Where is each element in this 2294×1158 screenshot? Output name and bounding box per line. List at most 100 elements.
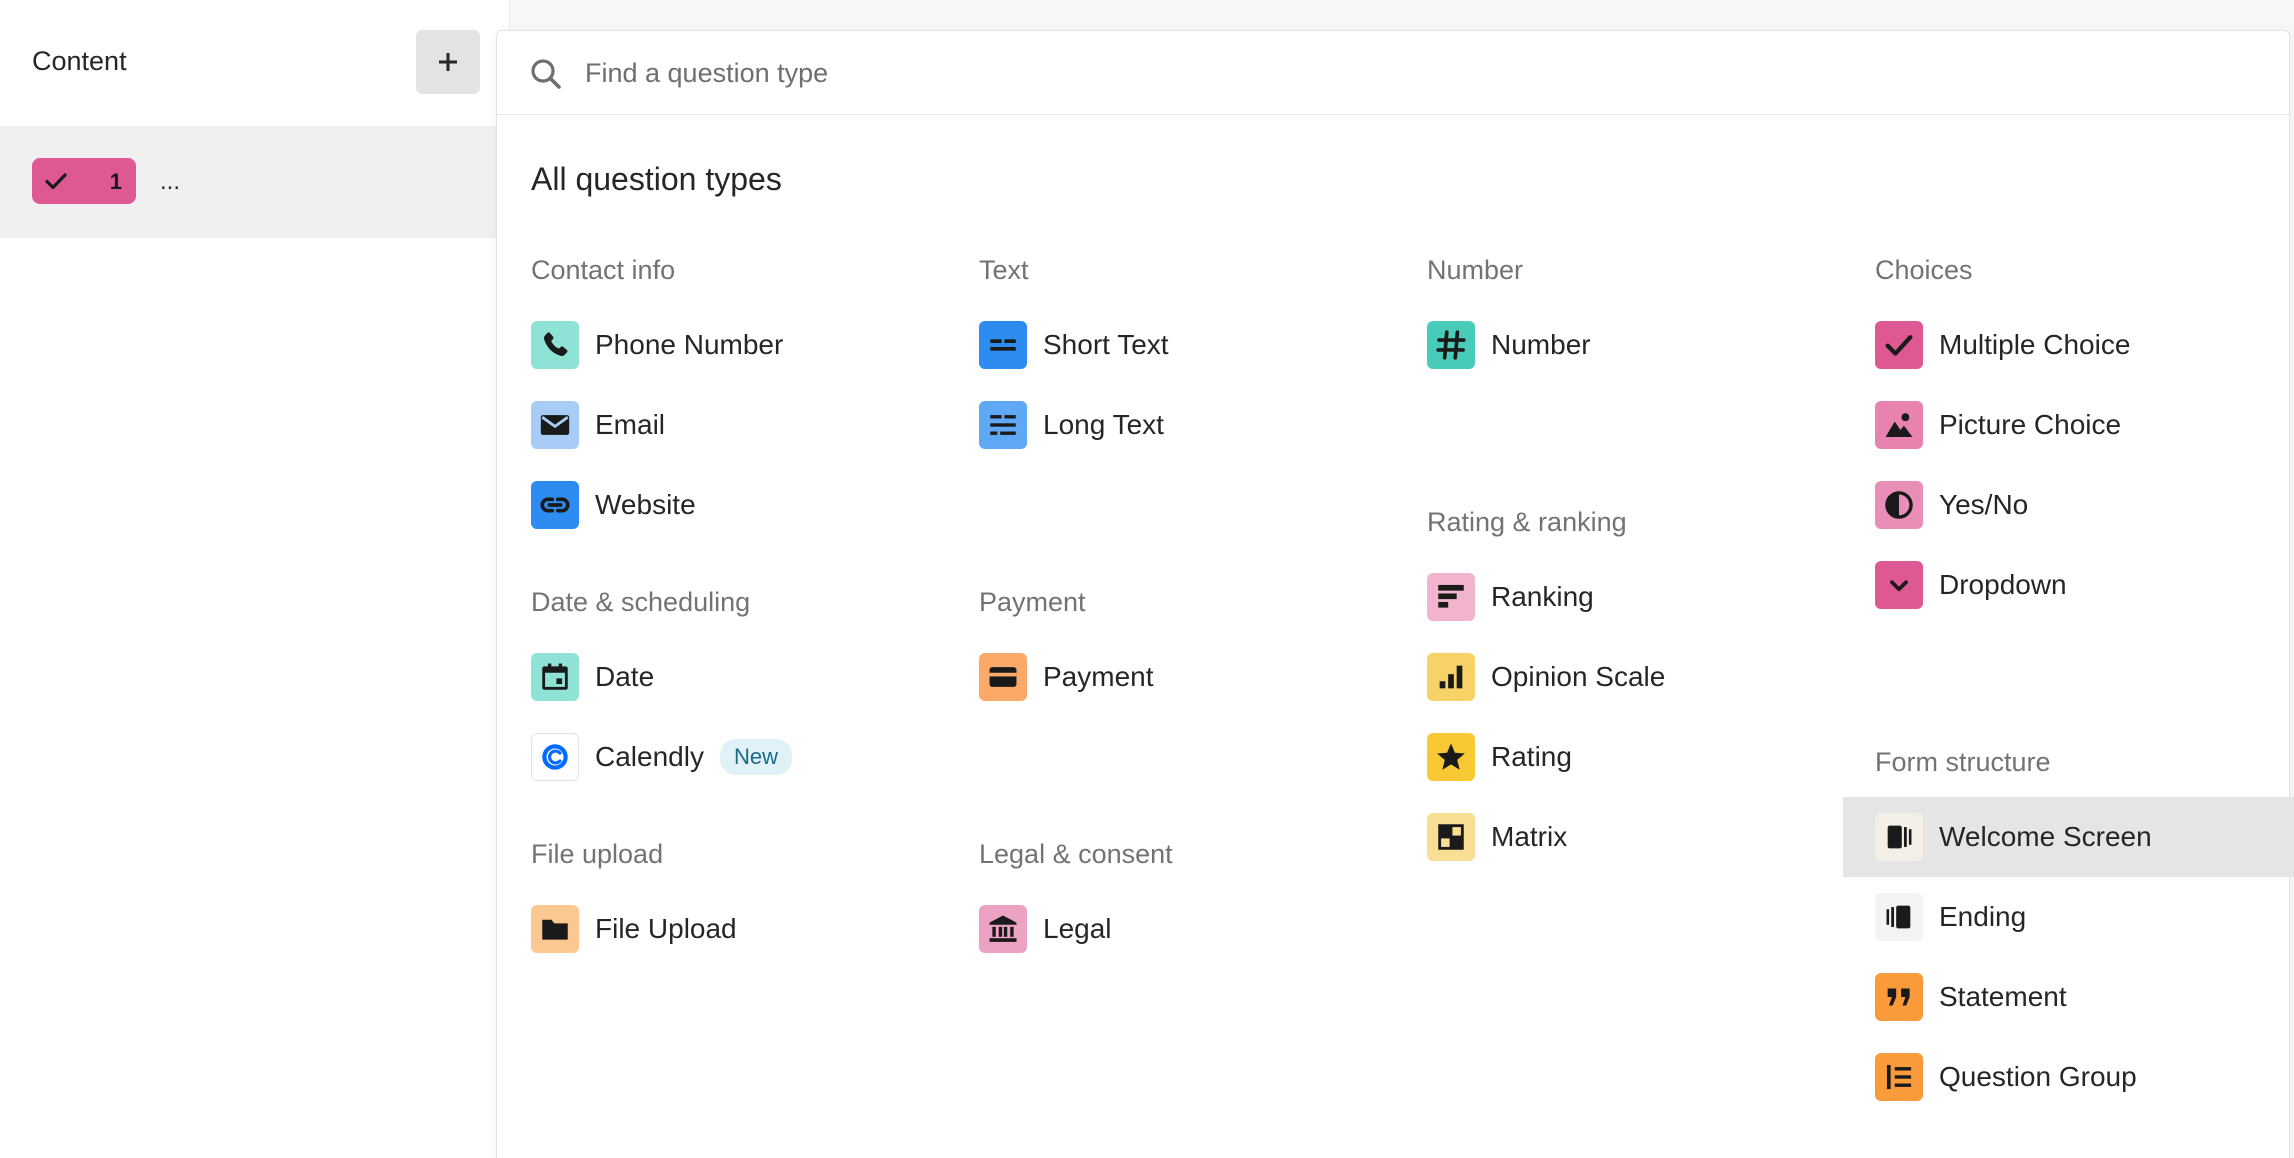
type-question-group[interactable]: Question Group — [1875, 1037, 2294, 1117]
group-title-legal-consent: Legal & consent — [979, 839, 1173, 869]
question-number: 1 — [109, 169, 122, 194]
search-icon — [531, 59, 561, 89]
group-file-upload: File upload File Upload — [531, 837, 971, 969]
question-title: ... — [160, 168, 181, 195]
type-label: Question Group — [1939, 1061, 2137, 1092]
type-label: Dropdown — [1939, 569, 2067, 600]
type-phone-number[interactable]: Phone Number — [531, 305, 971, 385]
question-number-badge: 1 — [32, 158, 136, 204]
type-statement[interactable]: Statement — [1875, 957, 2294, 1037]
group-title-choices: Choices — [1875, 255, 1973, 285]
type-label: Number — [1491, 329, 1591, 360]
group-title-form-structure: Form structure — [1875, 747, 2051, 777]
group-number: Number Number — [1427, 253, 1867, 385]
type-ranking[interactable]: Ranking — [1427, 557, 1867, 637]
type-label: Legal — [1043, 913, 1112, 944]
ranking-icon — [1427, 573, 1475, 621]
folder-icon — [531, 905, 579, 953]
type-website[interactable]: Website — [531, 465, 971, 545]
credit-card-icon — [979, 653, 1027, 701]
type-calendly[interactable]: Calendly New — [531, 717, 971, 797]
type-label: Calendly — [595, 741, 704, 772]
group-title-date-scheduling: Date & scheduling — [531, 587, 751, 617]
type-opinion-scale[interactable]: Opinion Scale — [1427, 637, 1867, 717]
star-icon — [1427, 733, 1475, 781]
checkmark-icon — [1875, 321, 1923, 369]
new-badge: New — [719, 739, 792, 775]
matrix-icon — [1427, 813, 1475, 861]
type-label: Short Text — [1043, 329, 1169, 360]
type-date[interactable]: Date — [531, 637, 971, 717]
column-4: Choices Multiple Choice Picture Choice Y… — [1843, 253, 2294, 1157]
type-label: Opinion Scale — [1491, 661, 1666, 692]
question-group-icon — [1875, 1053, 1923, 1101]
type-label: Picture Choice — [1939, 409, 2122, 440]
type-welcome-screen[interactable]: Welcome Screen — [1843, 797, 2294, 877]
group-title-rating-ranking: Rating & ranking — [1427, 507, 1627, 537]
checkmark-icon — [45, 173, 67, 190]
type-payment[interactable]: Payment — [979, 637, 1419, 717]
courthouse-icon — [979, 905, 1027, 953]
half-circle-icon — [1875, 481, 1923, 529]
add-question-button[interactable] — [416, 30, 480, 94]
group-title-file-upload: File upload — [531, 839, 664, 869]
type-label: Long Text — [1043, 409, 1164, 440]
type-label: Website — [595, 489, 696, 520]
column-1: Contact info Phone Number Email Website — [531, 253, 971, 1009]
hash-icon — [1427, 321, 1475, 369]
type-ending[interactable]: Ending — [1875, 877, 2294, 957]
image-icon — [1875, 401, 1923, 449]
type-label: Rating — [1491, 741, 1572, 772]
welcome-screen-icon — [1875, 813, 1923, 861]
group-payment: Payment Payment — [979, 585, 1419, 717]
type-file-upload[interactable]: File Upload — [531, 889, 971, 969]
calendly-logo-icon — [531, 733, 579, 781]
long-text-icon — [979, 401, 1027, 449]
type-short-text[interactable]: Short Text — [979, 305, 1419, 385]
envelope-icon — [531, 401, 579, 449]
type-legal[interactable]: Legal — [979, 889, 1419, 969]
group-legal-consent: Legal & consent Legal — [979, 837, 1419, 969]
group-date-scheduling: Date & scheduling Date Calendly New — [531, 585, 971, 797]
type-long-text[interactable]: Long Text — [979, 385, 1419, 465]
group-text: Text Short Text Long Text — [979, 253, 1419, 465]
type-label: Statement — [1939, 981, 2067, 1012]
group-title-contact-info: Contact info — [531, 255, 676, 285]
type-picture-choice[interactable]: Picture Choice — [1875, 385, 2294, 465]
short-text-icon — [979, 321, 1027, 369]
sidebar-title: Content — [32, 46, 127, 76]
type-label: File Upload — [595, 913, 737, 944]
type-label: Payment — [1043, 661, 1154, 692]
type-label: Ending — [1939, 901, 2027, 932]
type-label: Date — [595, 661, 655, 692]
type-multiple-choice[interactable]: Multiple Choice — [1875, 305, 2294, 385]
type-dropdown[interactable]: Dropdown — [1875, 545, 2294, 625]
group-title-text: Text — [979, 255, 1029, 285]
group-form-structure: Form structure Welcome Screen Ending Sta… — [1843, 745, 2294, 1117]
panel-heading: All question types — [531, 161, 782, 197]
question-type-picker: All question types Contact info Phone Nu… — [496, 30, 2294, 1158]
chevron-down-icon — [1875, 561, 1923, 609]
link-icon — [531, 481, 579, 529]
question-type-search-input[interactable] — [585, 49, 2185, 97]
column-3: Number Number Rating & ranking Ranking O… — [1427, 253, 1867, 917]
ending-screen-icon — [1875, 893, 1923, 941]
calendar-icon — [531, 653, 579, 701]
quote-icon — [1875, 973, 1923, 1021]
type-label: Multiple Choice — [1939, 329, 2131, 360]
group-choices: Choices Multiple Choice Picture Choice Y… — [1875, 253, 2294, 625]
question-list-item[interactable]: 1 ... — [0, 126, 496, 238]
type-rating[interactable]: Rating — [1427, 717, 1867, 797]
search-bar — [497, 31, 2289, 115]
sidebar-header: Content — [0, 0, 510, 124]
phone-icon — [531, 321, 579, 369]
plus-icon — [439, 53, 457, 71]
group-title-number: Number — [1427, 255, 1524, 285]
type-email[interactable]: Email — [531, 385, 971, 465]
type-label: Welcome Screen — [1939, 821, 2152, 852]
type-yes-no[interactable]: Yes/No — [1875, 465, 2294, 545]
type-label: Phone Number — [595, 329, 784, 360]
type-matrix[interactable]: Matrix — [1427, 797, 1867, 877]
column-2: Text Short Text Long Text Payment Paymen… — [979, 253, 1419, 1009]
type-number[interactable]: Number — [1427, 305, 1867, 385]
